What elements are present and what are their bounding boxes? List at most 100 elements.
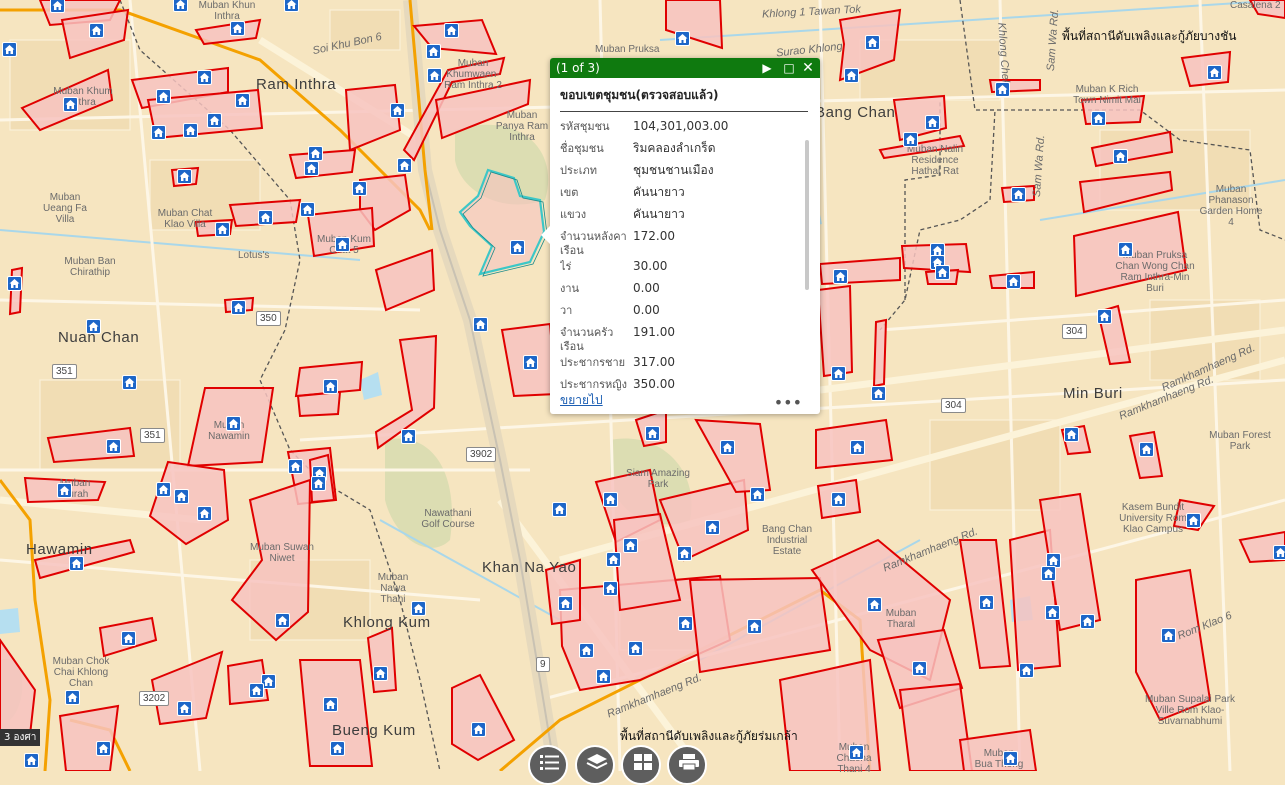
community-marker-house-icon[interactable] [844, 68, 859, 83]
community-marker-house-icon[interactable] [7, 276, 22, 291]
print-button[interactable] [667, 745, 707, 785]
community-marker-house-icon[interactable] [411, 601, 426, 616]
community-marker-house-icon[interactable] [1186, 513, 1201, 528]
community-marker-house-icon[interactable] [747, 619, 762, 634]
community-marker-house-icon[interactable] [226, 416, 241, 431]
community-marker-house-icon[interactable] [1118, 242, 1133, 257]
community-marker-house-icon[interactable] [1019, 663, 1034, 678]
community-marker-house-icon[interactable] [1113, 149, 1128, 164]
community-marker-house-icon[interactable] [174, 489, 189, 504]
maximize-icon[interactable]: □ [780, 58, 798, 78]
community-marker-house-icon[interactable] [558, 596, 573, 611]
community-marker-house-icon[interactable] [288, 459, 303, 474]
community-marker-house-icon[interactable] [215, 222, 230, 237]
community-marker-house-icon[interactable] [678, 616, 693, 631]
community-marker-house-icon[interactable] [427, 68, 442, 83]
community-marker-house-icon[interactable] [275, 613, 290, 628]
community-marker-house-icon[interactable] [258, 210, 273, 225]
community-marker-house-icon[interactable] [833, 269, 848, 284]
community-marker-house-icon[interactable] [871, 386, 886, 401]
community-marker-house-icon[interactable] [645, 426, 660, 441]
community-marker-house-icon[interactable] [63, 97, 78, 112]
community-marker-house-icon[interactable] [308, 146, 323, 161]
community-marker-house-icon[interactable] [1091, 111, 1106, 126]
basemap-button[interactable] [621, 745, 661, 785]
community-marker-house-icon[interactable] [311, 476, 326, 491]
community-marker-house-icon[interactable] [335, 237, 350, 252]
community-marker-house-icon[interactable] [471, 722, 486, 737]
community-marker-house-icon[interactable] [1011, 187, 1026, 202]
community-marker-house-icon[interactable] [720, 440, 735, 455]
popup-attribute-list[interactable]: รหัสชุมชน 104,301,003.00 ชื่อชุมชน ริมคลองล… [560, 118, 810, 394]
community-marker-house-icon[interactable] [121, 631, 136, 646]
community-marker-house-icon[interactable] [1273, 545, 1285, 560]
community-marker-house-icon[interactable] [903, 132, 918, 147]
popup-scrollbar[interactable] [805, 140, 809, 290]
community-marker-house-icon[interactable] [426, 44, 441, 59]
community-marker-house-icon[interactable] [1041, 566, 1056, 581]
community-marker-house-icon[interactable] [912, 661, 927, 676]
community-marker-house-icon[interactable] [705, 520, 720, 535]
community-marker-house-icon[interactable] [69, 556, 84, 571]
community-marker-house-icon[interactable] [603, 492, 618, 507]
community-marker-house-icon[interactable] [177, 701, 192, 716]
community-marker-house-icon[interactable] [89, 23, 104, 38]
close-icon[interactable]: ✕ [799, 58, 817, 78]
community-marker-house-icon[interactable] [249, 683, 264, 698]
community-marker-house-icon[interactable] [603, 581, 618, 596]
community-marker-house-icon[interactable] [995, 82, 1010, 97]
community-marker-house-icon[interactable] [606, 552, 621, 567]
community-marker-house-icon[interactable] [57, 483, 72, 498]
community-marker-house-icon[interactable] [1161, 628, 1176, 643]
community-marker-house-icon[interactable] [323, 697, 338, 712]
community-marker-house-icon[interactable] [1139, 442, 1154, 457]
community-marker-house-icon[interactable] [523, 355, 538, 370]
community-marker-house-icon[interactable] [235, 93, 250, 108]
community-marker-house-icon[interactable] [173, 0, 188, 12]
community-marker-house-icon[interactable] [1006, 274, 1021, 289]
community-marker-house-icon[interactable] [197, 506, 212, 521]
community-marker-house-icon[interactable] [867, 597, 882, 612]
community-marker-house-icon[interactable] [183, 123, 198, 138]
community-marker-house-icon[interactable] [1080, 614, 1095, 629]
community-marker-house-icon[interactable] [979, 595, 994, 610]
community-marker-house-icon[interactable] [352, 181, 367, 196]
community-marker-house-icon[interactable] [96, 741, 111, 756]
community-marker-house-icon[interactable] [1003, 751, 1018, 766]
community-marker-house-icon[interactable] [444, 23, 459, 38]
community-marker-house-icon[interactable] [156, 89, 171, 104]
community-marker-house-icon[interactable] [628, 641, 643, 656]
community-marker-house-icon[interactable] [677, 546, 692, 561]
community-marker-house-icon[interactable] [231, 300, 246, 315]
more-options-icon[interactable]: ••• [774, 393, 802, 412]
community-marker-house-icon[interactable] [2, 42, 17, 57]
community-marker-house-icon[interactable] [925, 115, 940, 130]
community-marker-house-icon[interactable] [831, 366, 846, 381]
community-marker-house-icon[interactable] [401, 429, 416, 444]
community-marker-house-icon[interactable] [65, 690, 80, 705]
community-marker-house-icon[interactable] [850, 440, 865, 455]
community-marker-house-icon[interactable] [935, 265, 950, 280]
community-marker-house-icon[interactable] [579, 643, 594, 658]
community-marker-house-icon[interactable] [510, 240, 525, 255]
community-marker-house-icon[interactable] [284, 0, 299, 12]
community-marker-house-icon[interactable] [552, 502, 567, 517]
community-marker-house-icon[interactable] [1064, 427, 1079, 442]
community-marker-house-icon[interactable] [151, 125, 166, 140]
community-marker-house-icon[interactable] [304, 161, 319, 176]
zoom-to-link[interactable]: ขยายไป [560, 391, 603, 410]
community-marker-house-icon[interactable] [207, 113, 222, 128]
legend-button[interactable] [528, 745, 568, 785]
community-marker-house-icon[interactable] [300, 202, 315, 217]
community-marker-house-icon[interactable] [831, 492, 846, 507]
community-marker-house-icon[interactable] [397, 158, 412, 173]
community-marker-house-icon[interactable] [596, 669, 611, 684]
community-marker-house-icon[interactable] [1207, 65, 1222, 80]
community-marker-house-icon[interactable] [750, 487, 765, 502]
community-marker-house-icon[interactable] [849, 745, 864, 760]
community-marker-house-icon[interactable] [623, 538, 638, 553]
community-marker-house-icon[interactable] [473, 317, 488, 332]
next-feature-icon[interactable]: ▶ [758, 58, 776, 78]
community-marker-house-icon[interactable] [1045, 605, 1060, 620]
community-marker-house-icon[interactable] [675, 31, 690, 46]
